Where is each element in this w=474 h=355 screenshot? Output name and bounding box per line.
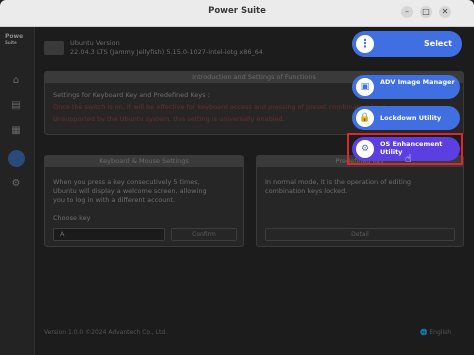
- choose-key-label: Choose key: [53, 214, 91, 222]
- choose-key-select[interactable]: A: [53, 228, 165, 241]
- close-button[interactable]: ✕: [439, 6, 451, 18]
- logo-line-1: Powe: [5, 33, 24, 40]
- menu-item-lockdown-utility[interactable]: 🔒 Lockdown Utility: [352, 106, 460, 130]
- footer-version: Version 1.0.0 ©2024 Advantech Co., Ltd.: [44, 329, 168, 336]
- menu-item-adv-image-manager[interactable]: ▣ ADV Image Manager: [352, 75, 460, 99]
- menu-item-label: ADV Image Manager: [380, 78, 455, 86]
- title-bar: Power Suite – □ ✕: [0, 0, 474, 27]
- keyboard-desc-2: Ubuntu will display a welcome screen, al…: [53, 187, 207, 195]
- language-selector[interactable]: 🌐 English: [420, 329, 451, 336]
- menu-item-label: Lockdown Utility: [380, 114, 442, 122]
- predefined-key-panel: Predefined Key In normal mode, it is the…: [256, 155, 464, 247]
- minimize-button[interactable]: –: [401, 6, 413, 18]
- language-label: English: [429, 329, 452, 336]
- predefined-desc-1: In normal mode, it is the operation of e…: [265, 178, 412, 186]
- mouse-pointer-icon: ☝: [405, 152, 412, 165]
- settings-icon[interactable]: ⚙: [10, 178, 22, 190]
- system-info-title: Ubuntu Version: [70, 39, 120, 47]
- detail-button[interactable]: Detail: [265, 228, 455, 241]
- sidebar: Powe Suite ⌂ ▤ ▦ ⚙: [0, 27, 35, 355]
- keyboard-desc-1: When you press a key consecutively 5 tim…: [53, 178, 200, 186]
- choose-key-value: A: [60, 230, 65, 238]
- system-info: Ubuntu Version 22.04.3 LTS (Jammy Jellyf…: [70, 39, 263, 57]
- grid-icon[interactable]: ▦: [10, 125, 22, 137]
- keyboard-mouse-panel: Keyboard & Mouse Settings When you press…: [44, 155, 244, 247]
- lock-icon: 🔒: [356, 109, 374, 127]
- active-nav-indicator[interactable]: [8, 150, 25, 167]
- app-window: Power Suite – □ ✕ Powe Suite ⌂ ▤ ▦ ⚙ Ubu…: [0, 0, 474, 355]
- image-icon: ▣: [356, 78, 374, 96]
- confirm-button[interactable]: Confirm: [171, 228, 237, 241]
- computer-icon: [44, 41, 64, 55]
- logo-line-2: Suite: [5, 40, 17, 45]
- app-logo: Powe Suite: [5, 33, 23, 45]
- predefined-desc-2: combination keys locked.: [265, 187, 348, 195]
- intro-line-3: Unsupported by the Ubuntu system, this s…: [53, 115, 285, 123]
- intro-line-1: Settings for Keyboard Key and Predefined…: [53, 91, 210, 99]
- maximize-button[interactable]: □: [420, 6, 432, 18]
- more-icon: ⋮: [356, 35, 374, 53]
- select-button[interactable]: ⋮ Select: [352, 31, 462, 57]
- system-info-version: 22.04.3 LTS (Jammy Jellyfish) 5.15.0-102…: [70, 48, 264, 56]
- select-label: Select: [424, 39, 452, 48]
- home-icon[interactable]: ⌂: [10, 75, 22, 87]
- keyboard-mouse-header: Keyboard & Mouse Settings: [45, 156, 243, 167]
- keyboard-desc-3: you to log in with a different account.: [53, 196, 176, 204]
- document-icon[interactable]: ▤: [10, 100, 22, 112]
